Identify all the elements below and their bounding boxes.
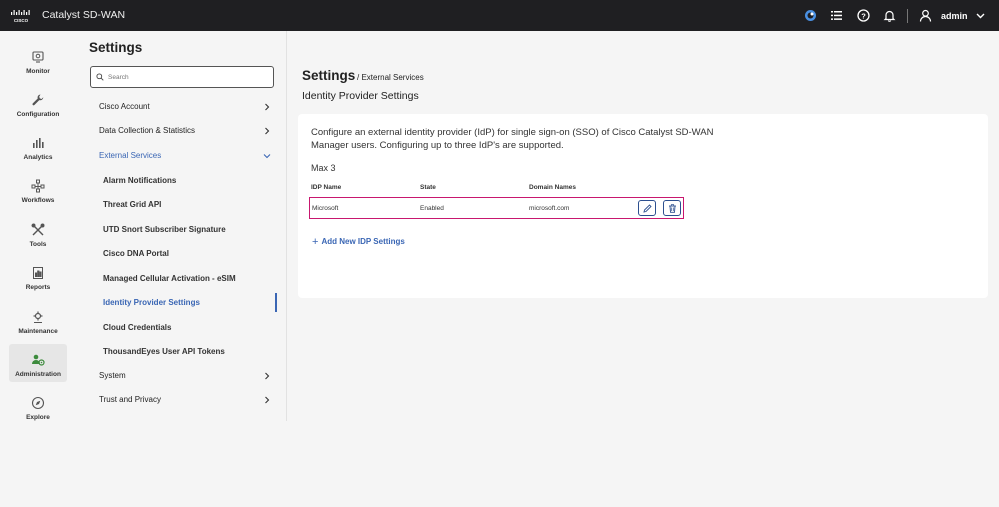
add-idp-label: Add New IDP Settings: [321, 237, 405, 246]
sync-status-icon[interactable]: [804, 9, 817, 22]
description: Configure an external identity provider …: [311, 127, 714, 151]
menu-data-collection[interactable]: Data Collection & Statistics: [99, 126, 271, 140]
search-icon: [96, 73, 104, 81]
sub-cloud-credentials[interactable]: Cloud Credentials: [103, 323, 171, 332]
nav-monitor[interactable]: Monitor: [9, 41, 67, 79]
svg-text:CISCO: CISCO: [14, 18, 29, 23]
page-title: Identity Provider Settings: [302, 90, 419, 102]
nav-label: Reports: [25, 284, 51, 291]
menu-label: Data Collection & Statistics: [99, 126, 196, 135]
chevron-right-icon: [265, 127, 270, 135]
idp-name-cell: Microsoft: [312, 205, 339, 212]
tools-icon: [31, 223, 45, 237]
bar-chart-icon: [31, 136, 45, 150]
menu-label: System: [99, 371, 126, 380]
column-header-state: State: [420, 184, 436, 191]
nav-label: Maintenance: [18, 328, 58, 335]
idp-card: Configure an external identity provider …: [298, 114, 988, 298]
nav-label: Configuration: [16, 111, 60, 118]
sub-managed-cellular[interactable]: Managed Cellular Activation - eSIM: [103, 274, 236, 283]
nav-label: Tools: [29, 241, 47, 248]
table-row: Microsoft Enabled microsoft.com: [309, 197, 684, 219]
plus-icon: +: [312, 235, 319, 248]
delete-button[interactable]: [663, 200, 681, 216]
state-cell: Enabled: [420, 205, 444, 212]
menu-label: Trust and Privacy: [99, 395, 161, 404]
user-icon[interactable]: [919, 9, 932, 22]
menu-external-services[interactable]: External Services: [99, 151, 271, 165]
cisco-logo[interactable]: CISCO: [10, 9, 32, 23]
menu-label: Cisco Account: [99, 102, 150, 111]
left-navigation: Monitor Configuration Analytics Workflow…: [0, 31, 76, 507]
breadcrumb-current[interactable]: / External Services: [357, 73, 424, 82]
top-divider: [907, 9, 908, 23]
user-name[interactable]: admin: [941, 11, 968, 21]
sub-utd-snort[interactable]: UTD Snort Subscriber Signature: [103, 225, 226, 234]
search-input[interactable]: [108, 70, 268, 84]
nav-label: Explore: [26, 414, 50, 421]
settings-title: Settings: [89, 40, 143, 55]
breadcrumb-root: Settings: [302, 68, 356, 83]
report-icon: [31, 266, 45, 280]
compass-icon: [31, 396, 45, 410]
nav-analytics[interactable]: Analytics: [9, 127, 67, 165]
menu-label: External Services: [99, 151, 162, 160]
workflow-icon: [31, 179, 45, 193]
active-indicator: [275, 293, 277, 312]
sub-thousandeyes-tokens[interactable]: ThousandEyes User API Tokens: [103, 347, 225, 356]
chevron-right-icon: [265, 103, 270, 111]
search-box[interactable]: [90, 66, 274, 88]
sub-identity-provider[interactable]: Identity Provider Settings: [103, 298, 200, 307]
chevron-right-icon: [265, 396, 270, 404]
svg-text:?: ?: [861, 11, 866, 20]
maintenance-icon: [31, 310, 45, 324]
task-list-icon[interactable]: [830, 9, 843, 22]
chevron-down-icon: [263, 154, 271, 159]
nav-label: Monitor: [26, 68, 50, 75]
sub-cisco-dna-portal[interactable]: Cisco DNA Portal: [103, 249, 169, 258]
nav-workflows[interactable]: Workflows: [9, 170, 67, 208]
nav-label: Workflows: [21, 197, 55, 204]
add-idp-button[interactable]: + Add New IDP Settings: [312, 235, 405, 248]
domain-cell: microsoft.com: [529, 205, 570, 212]
help-icon[interactable]: ?: [857, 9, 870, 22]
sub-threat-grid-api[interactable]: Threat Grid API: [103, 200, 161, 209]
chevron-right-icon: [265, 372, 270, 380]
edit-button[interactable]: [638, 200, 656, 216]
chevron-down-icon[interactable]: [974, 9, 987, 22]
column-header-idp-name: IDP Name: [311, 184, 342, 191]
nav-explore[interactable]: Explore: [9, 387, 67, 425]
nav-label: Administration: [15, 371, 61, 378]
admin-users-icon: [31, 353, 45, 367]
top-bar: CISCO Catalyst SD-WAN ? admin: [0, 0, 999, 31]
notification-bell-icon[interactable]: [883, 9, 896, 22]
trash-icon: [669, 204, 676, 213]
nav-configuration[interactable]: Configuration: [9, 84, 67, 122]
menu-trust-privacy[interactable]: Trust and Privacy: [99, 395, 271, 409]
nav-administration[interactable]: Administration: [9, 344, 67, 382]
nav-tools[interactable]: Tools: [9, 214, 67, 252]
menu-system[interactable]: System: [99, 371, 271, 385]
monitor-icon: [31, 50, 45, 64]
app-title: Catalyst SD-WAN: [42, 9, 126, 21]
nav-label: Analytics: [23, 154, 53, 161]
nav-maintenance[interactable]: Maintenance: [9, 301, 67, 339]
wrench-icon: [31, 93, 45, 107]
nav-reports[interactable]: Reports: [9, 257, 67, 295]
menu-cisco-account[interactable]: Cisco Account: [99, 102, 271, 116]
column-header-domain: Domain Names: [529, 184, 576, 191]
sub-alarm-notifications[interactable]: Alarm Notifications: [103, 176, 176, 185]
max-label: Max 3: [311, 163, 336, 173]
pencil-icon: [643, 204, 652, 213]
settings-panel: Settings Cisco Account Data Collection &…: [76, 31, 287, 421]
